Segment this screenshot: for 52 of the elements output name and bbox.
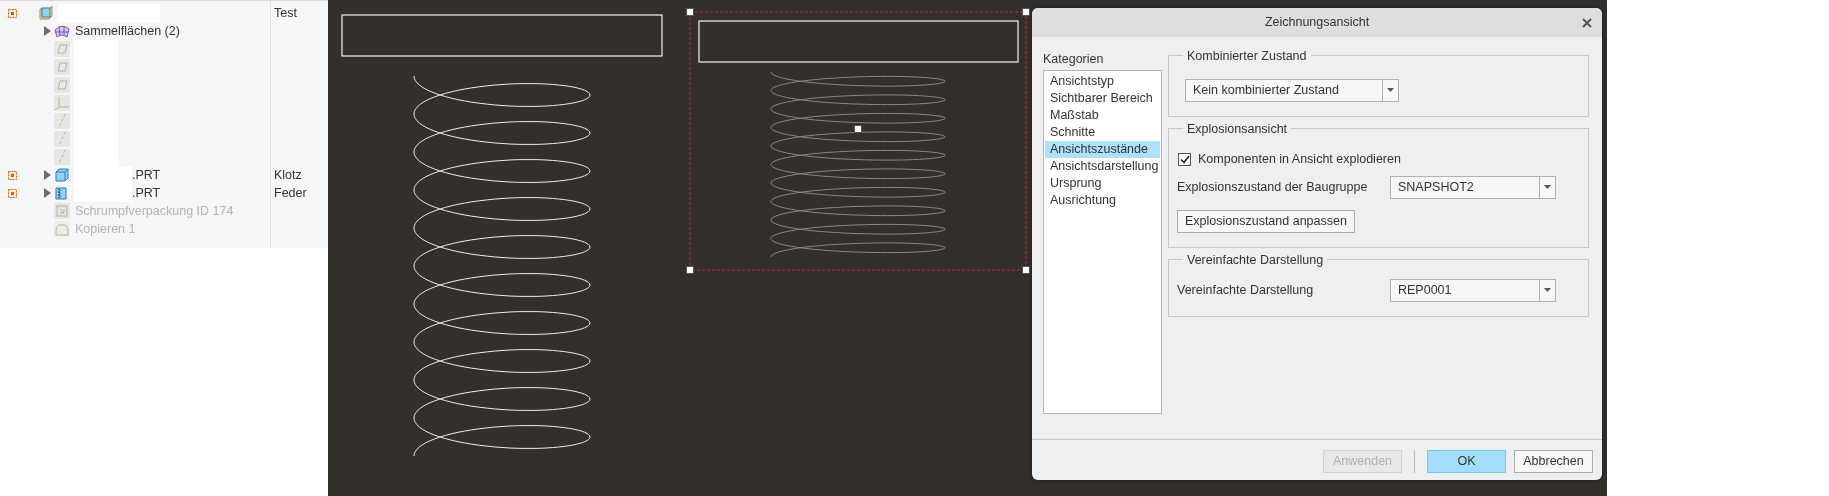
category-item[interactable]: Maßstab	[1045, 107, 1160, 124]
tree-item-label[interactable]: Sammelflächen (2)	[75, 21, 180, 41]
category-item[interactable]: Ansichtszustände	[1045, 141, 1160, 158]
checkbox-label: Komponenten in Ansicht explodieren	[1198, 150, 1401, 168]
category-item[interactable]: Ansichtstyp	[1045, 73, 1160, 90]
tree-note: Test	[273, 4, 297, 22]
cancel-button[interactable]: Abbrechen	[1514, 449, 1593, 473]
field-label: Vereinfachte Darstellung	[1177, 281, 1315, 299]
tree-item-label[interactable]: .PRT	[132, 183, 161, 203]
axis-icon	[54, 149, 70, 165]
resize-handle[interactable]	[686, 8, 694, 16]
category-item[interactable]: Sichtbarer Bereich	[1045, 90, 1160, 107]
adjust-button[interactable]: Explosionszustand anpassen	[1177, 209, 1355, 233]
checkmark-icon	[1179, 154, 1190, 164]
expand-arrow-icon[interactable]	[43, 170, 51, 180]
spring-part-icon	[54, 185, 70, 201]
caret-icon	[1544, 288, 1551, 292]
dropdown[interactable]: REP0001	[1390, 278, 1556, 302]
expand-arrow-icon[interactable]	[43, 188, 51, 198]
plane-icon	[54, 77, 70, 93]
category-item[interactable]: Ursprung	[1045, 175, 1160, 192]
assembly-icon	[38, 5, 54, 21]
category-item[interactable]: Ansichtsdarstellung	[1045, 158, 1160, 175]
resize-handle[interactable]	[1022, 8, 1030, 16]
resize-handle[interactable]	[1022, 266, 1030, 274]
ok-button[interactable]: OK	[1427, 449, 1506, 473]
category-item[interactable]: Ausrichtung	[1045, 192, 1160, 209]
resize-handle[interactable]	[686, 266, 694, 274]
part-icon	[54, 167, 70, 183]
tree-item-label[interactable]: .PRT	[132, 165, 161, 185]
coordinate-system-icon	[54, 95, 70, 111]
resize-handle[interactable]	[854, 125, 862, 133]
category-item[interactable]: Schnitte	[1045, 124, 1160, 141]
expand-arrow-icon[interactable]	[43, 26, 51, 36]
field-label: Explosionszustand der Baugruppe	[1177, 178, 1369, 196]
dropdown[interactable]: SNAPSHOT2	[1390, 175, 1556, 199]
close-icon[interactable]	[1582, 18, 1592, 28]
tree-note: Klotz	[273, 166, 302, 184]
dropdown[interactable]: Kein kombinierter Zustand	[1185, 78, 1399, 102]
list-heading: Kategorien	[1043, 50, 1104, 68]
shrinkwrap-icon	[54, 203, 70, 219]
surface-icon	[54, 23, 70, 39]
caret-icon	[1544, 185, 1551, 189]
caret-icon	[1387, 88, 1394, 92]
plane-icon	[54, 59, 70, 75]
axis-icon	[54, 131, 70, 147]
tree-note: Feder	[273, 184, 307, 202]
plane-icon	[54, 41, 70, 57]
checkbox[interactable]	[1178, 152, 1191, 166]
axis-icon	[54, 113, 70, 129]
window-title: Zeichnungsansicht	[1264, 14, 1370, 32]
copy-icon	[54, 221, 70, 237]
